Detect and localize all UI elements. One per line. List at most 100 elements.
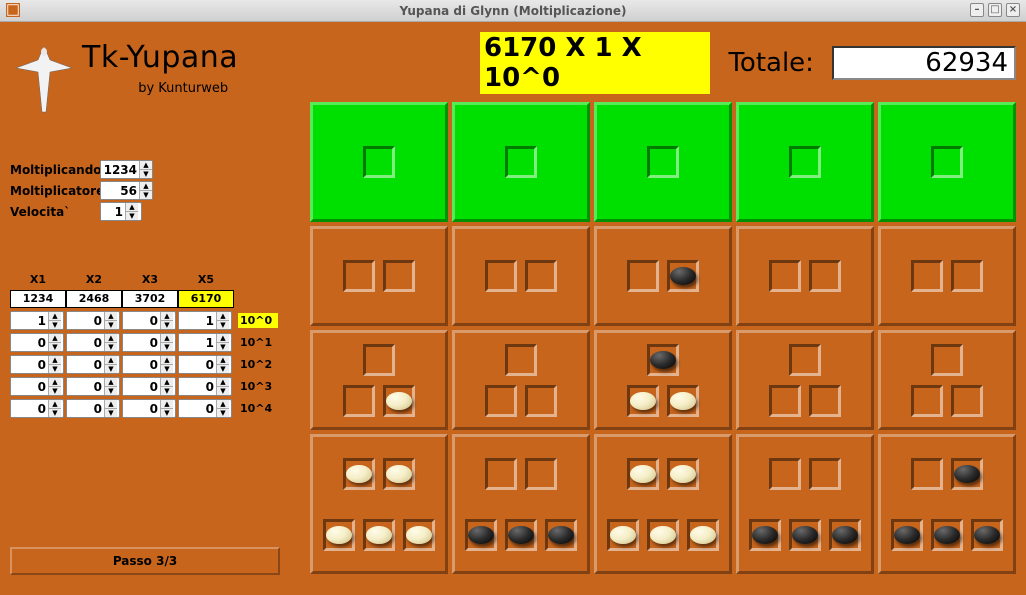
hole[interactable]: [525, 260, 557, 292]
hole[interactable]: [749, 519, 781, 551]
hole[interactable]: [647, 146, 679, 178]
hole[interactable]: [363, 519, 395, 551]
hole[interactable]: [323, 519, 355, 551]
xtable-input[interactable]: [179, 400, 216, 417]
hole[interactable]: [647, 519, 679, 551]
hole[interactable]: [911, 260, 943, 292]
hole[interactable]: [505, 519, 537, 551]
hole[interactable]: [667, 385, 699, 417]
hole[interactable]: [485, 458, 517, 490]
spinner-down-icon[interactable]: ▼: [161, 343, 173, 351]
hole[interactable]: [911, 385, 943, 417]
xtable-input[interactable]: [67, 356, 104, 373]
hole[interactable]: [343, 260, 375, 292]
spinner-down-icon[interactable]: ▼: [161, 409, 173, 417]
xtable-input[interactable]: [179, 356, 216, 373]
spinner-up-icon[interactable]: ▲: [140, 182, 152, 191]
hole[interactable]: [607, 519, 639, 551]
spinner-down-icon[interactable]: ▼: [217, 321, 229, 329]
hole[interactable]: [505, 344, 537, 376]
hole[interactable]: [667, 458, 699, 490]
spinner-down-icon[interactable]: ▼: [49, 409, 61, 417]
spinner-down-icon[interactable]: ▼: [217, 343, 229, 351]
spinner-up-icon[interactable]: ▲: [49, 356, 61, 365]
spinner-down-icon[interactable]: ▼: [105, 409, 117, 417]
spinner-down-icon[interactable]: ▼: [105, 343, 117, 351]
hole[interactable]: [343, 458, 375, 490]
xtable-spinner[interactable]: ▲▼: [10, 311, 64, 330]
spinner-down-icon[interactable]: ▼: [105, 387, 117, 395]
moltiplicando-input[interactable]: [101, 161, 139, 178]
spinner-up-icon[interactable]: ▲: [49, 378, 61, 387]
hole[interactable]: [789, 146, 821, 178]
hole[interactable]: [667, 260, 699, 292]
spinner-up-icon[interactable]: ▲: [140, 161, 152, 170]
hole[interactable]: [687, 519, 719, 551]
hole[interactable]: [363, 344, 395, 376]
xtable-spinner[interactable]: ▲▼: [178, 311, 232, 330]
hole[interactable]: [911, 458, 943, 490]
xtable-spinner[interactable]: ▲▼: [10, 377, 64, 396]
velocita-input[interactable]: [101, 203, 125, 220]
hole[interactable]: [627, 260, 659, 292]
xtable-spinner[interactable]: ▲▼: [10, 333, 64, 352]
hole[interactable]: [769, 458, 801, 490]
hole[interactable]: [789, 519, 821, 551]
xtable-input[interactable]: [123, 356, 160, 373]
close-button[interactable]: ×: [1006, 3, 1020, 17]
spinner-up-icon[interactable]: ▲: [105, 312, 117, 321]
spinner-down-icon[interactable]: ▼: [49, 365, 61, 373]
hole[interactable]: [465, 519, 497, 551]
spinner-up-icon[interactable]: ▲: [217, 400, 229, 409]
spinner-up-icon[interactable]: ▲: [217, 378, 229, 387]
spinner-down-icon[interactable]: ▼: [161, 387, 173, 395]
hole[interactable]: [343, 385, 375, 417]
spinner-up-icon[interactable]: ▲: [161, 400, 173, 409]
hole[interactable]: [769, 260, 801, 292]
hole[interactable]: [545, 519, 577, 551]
moltiplicando-spinner[interactable]: ▲▼: [100, 160, 153, 179]
maximize-button[interactable]: □: [988, 3, 1002, 17]
spinner-down-icon[interactable]: ▼: [217, 409, 229, 417]
xtable-input[interactable]: [123, 378, 160, 395]
hole[interactable]: [809, 458, 841, 490]
spinner-up-icon[interactable]: ▲: [105, 400, 117, 409]
minimize-button[interactable]: –: [970, 3, 984, 17]
xtable-input[interactable]: [11, 378, 48, 395]
xtable-input[interactable]: [11, 312, 48, 329]
moltiplicatore-input[interactable]: [101, 182, 139, 199]
spinner-down-icon[interactable]: ▼: [217, 365, 229, 373]
hole[interactable]: [383, 385, 415, 417]
xtable-spinner[interactable]: ▲▼: [122, 333, 176, 352]
xtable-spinner[interactable]: ▲▼: [10, 355, 64, 374]
hole[interactable]: [647, 344, 679, 376]
spinner-down-icon[interactable]: ▼: [105, 321, 117, 329]
hole[interactable]: [931, 344, 963, 376]
hole[interactable]: [951, 458, 983, 490]
spinner-up-icon[interactable]: ▲: [161, 356, 173, 365]
spinner-up-icon[interactable]: ▲: [217, 356, 229, 365]
xtable-input[interactable]: [123, 312, 160, 329]
spinner-down-icon[interactable]: ▼: [49, 321, 61, 329]
spinner-down-icon[interactable]: ▼: [217, 387, 229, 395]
spinner-up-icon[interactable]: ▲: [105, 334, 117, 343]
hole[interactable]: [383, 260, 415, 292]
hole[interactable]: [951, 385, 983, 417]
xtable-spinner[interactable]: ▲▼: [178, 355, 232, 374]
xtable-spinner[interactable]: ▲▼: [122, 377, 176, 396]
xtable-spinner[interactable]: ▲▼: [10, 399, 64, 418]
hole[interactable]: [403, 519, 435, 551]
velocita-spinner[interactable]: ▲▼: [100, 202, 142, 221]
xtable-spinner[interactable]: ▲▼: [122, 399, 176, 418]
hole[interactable]: [931, 146, 963, 178]
xtable-spinner[interactable]: ▲▼: [66, 399, 120, 418]
hole[interactable]: [363, 146, 395, 178]
spinner-up-icon[interactable]: ▲: [217, 334, 229, 343]
xtable-spinner[interactable]: ▲▼: [122, 311, 176, 330]
xtable-spinner[interactable]: ▲▼: [66, 377, 120, 396]
xtable-input[interactable]: [123, 400, 160, 417]
spinner-down-icon[interactable]: ▼: [49, 387, 61, 395]
spinner-down-icon[interactable]: ▼: [161, 365, 173, 373]
spinner-down-icon[interactable]: ▼: [126, 212, 138, 220]
hole[interactable]: [525, 385, 557, 417]
